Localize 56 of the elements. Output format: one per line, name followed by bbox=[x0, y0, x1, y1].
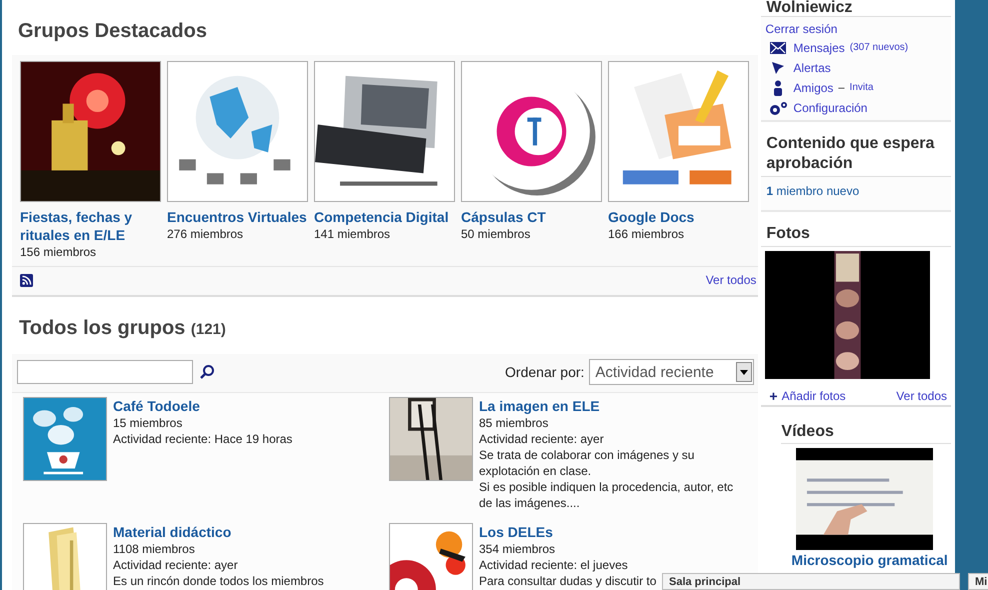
separator: – bbox=[838, 82, 845, 94]
rss-icon[interactable] bbox=[20, 274, 33, 286]
member-count: 276 miembros bbox=[167, 226, 244, 242]
activity-text: Actividad reciente: ayer bbox=[113, 557, 238, 573]
account-link[interactable]: Configuración bbox=[793, 100, 868, 114]
pending-link[interactable]: 1 miembro nuevo bbox=[766, 184, 946, 198]
account-link[interactable]: Alertas bbox=[793, 60, 831, 74]
group-link[interactable]: Material didáctico bbox=[113, 523, 232, 541]
member-count: 141 miembros bbox=[314, 226, 392, 242]
activity-text: Actividad reciente: Hace 19 horas bbox=[113, 431, 292, 447]
member-count: 85 miembros bbox=[479, 415, 548, 431]
member-count: 1108 miembros bbox=[113, 541, 195, 557]
member-count: 354 miembros bbox=[479, 541, 556, 557]
group-link[interactable]: La imagen en ELE bbox=[479, 397, 600, 415]
person-icon bbox=[773, 80, 784, 96]
member-count: 50 miembros bbox=[461, 226, 532, 242]
logout-link[interactable]: Cerrar sesión bbox=[765, 22, 947, 36]
group-link[interactable]: Café Todoele bbox=[113, 397, 200, 415]
group-link[interactable]: Competencia Digital bbox=[314, 208, 455, 226]
section-heading: Todos los grupos bbox=[19, 317, 186, 339]
activity-text: Actividad reciente: el jueves bbox=[479, 557, 628, 573]
sort-label: Ordenar por: bbox=[505, 364, 584, 380]
see-all-link[interactable]: Ver todos bbox=[896, 389, 947, 403]
add-photos-link[interactable]: Añadir fotos bbox=[782, 389, 846, 403]
group-link[interactable]: Google Docs bbox=[608, 208, 749, 226]
section-heading: Fotos bbox=[761, 212, 951, 247]
sort-dropdown[interactable]: Actividad reciente bbox=[589, 359, 754, 385]
group-link[interactable]: Los DELEs bbox=[479, 523, 553, 541]
group-description: Es un rincón donde todos los miembros bbox=[113, 573, 324, 589]
account-link[interactable]: Amigos bbox=[793, 80, 834, 94]
video-link[interactable]: Microscopio gramatical bbox=[791, 552, 951, 568]
gear-icon bbox=[768, 100, 788, 114]
group-link[interactable]: Encuentros Virtuales bbox=[167, 208, 308, 226]
group-link[interactable]: Fiestas, fechas y rituales en E/LE bbox=[20, 208, 161, 244]
account-link[interactable]: Mensajes bbox=[793, 40, 845, 54]
member-count: 15 miembros bbox=[113, 415, 182, 431]
chat-tab[interactable]: Mi bbox=[968, 573, 988, 590]
group-link[interactable]: Cápsulas CT bbox=[461, 208, 602, 226]
see-all-link[interactable]: Ver todos bbox=[706, 273, 756, 287]
section-heading: Grupos Destacados bbox=[18, 20, 208, 43]
link-note[interactable]: Invita bbox=[850, 82, 874, 93]
flag-icon bbox=[771, 60, 786, 74]
group-description: Se trata de colaborar con imágenes y su explotación en clase. bbox=[479, 447, 696, 479]
member-count: 156 miembros bbox=[20, 244, 98, 260]
group-count: (121) bbox=[190, 321, 226, 338]
chat-tab[interactable]: Sala principal bbox=[662, 573, 960, 590]
group-description: Para consultar dudas y discutir to bbox=[479, 573, 656, 589]
section-heading: Vídeos bbox=[781, 423, 951, 444]
plus-icon[interactable]: + bbox=[769, 390, 778, 402]
search-icon[interactable] bbox=[199, 364, 215, 380]
link-note[interactable]: (307 nuevos) bbox=[850, 42, 908, 53]
envelope-icon bbox=[770, 42, 786, 54]
activity-text: Actividad reciente: ayer bbox=[479, 431, 604, 447]
member-count: 166 miembros bbox=[608, 226, 686, 242]
search-field[interactable] bbox=[17, 360, 193, 384]
group-description: Si es posible indiquen la procedencia, autor, etc de las imágenes.... bbox=[479, 479, 734, 511]
